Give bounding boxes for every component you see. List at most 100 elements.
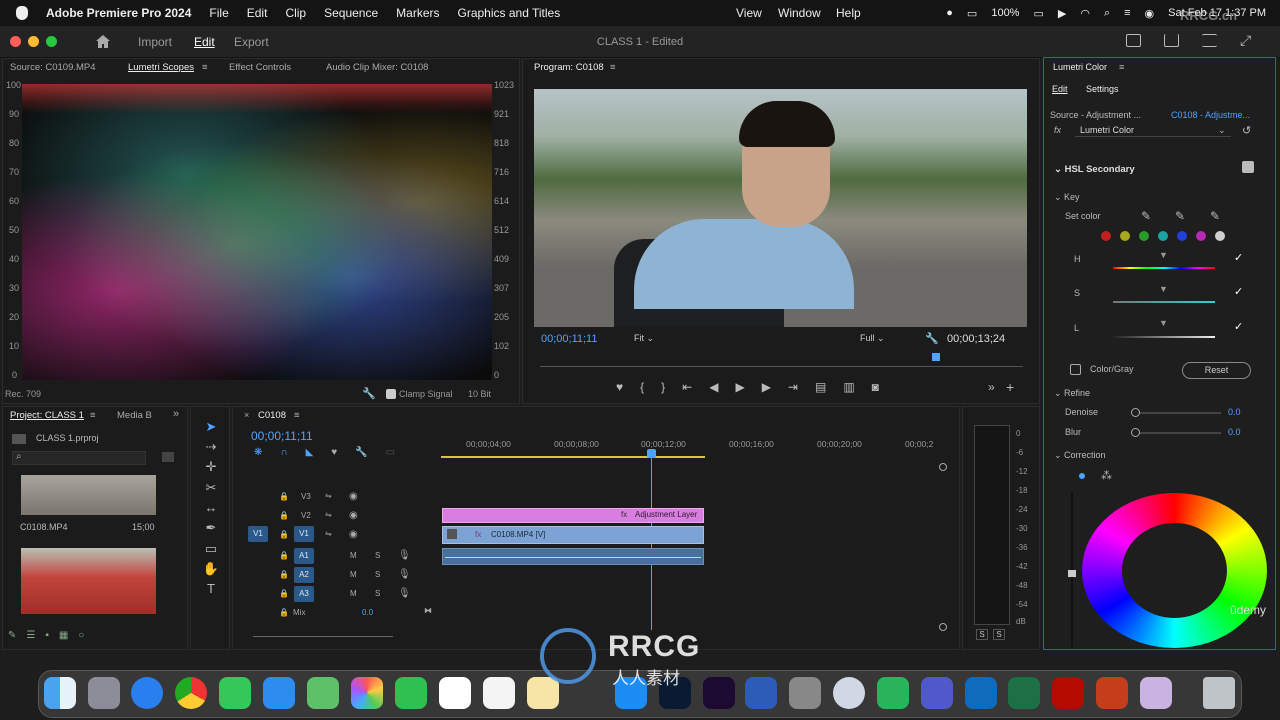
slip-tool-icon[interactable]: ↔ [202,501,220,515]
menu-clip[interactable]: Clip [285,6,306,20]
siri-icon[interactable]: ◉ [1145,7,1155,20]
menu-markers[interactable]: Markers [396,6,439,20]
go-to-out-icon[interactable]: ⇥ [788,380,815,394]
work-area-bar[interactable] [441,456,705,458]
timeline-timecode[interactable]: 00;00;11;11 [251,429,313,443]
program-video-frame[interactable] [534,89,1027,327]
rectangle-tool-icon[interactable]: ▭ [202,542,220,556]
snap-icon[interactable]: ∩ [280,447,305,458]
ripple-edit-tool-icon[interactable]: ✛ [202,460,220,474]
quicktime-icon[interactable] [833,677,865,709]
lightness-slider-handle[interactable] [1068,570,1076,577]
fullscreen-icon[interactable]: ⤢ [1240,32,1251,49]
messages-icon[interactable] [219,677,251,709]
bit-depth-select[interactable]: 10 Bit [468,389,491,399]
sequence-tab[interactable]: C0108 [258,410,286,421]
play-button-icon[interactable]: ▶ [735,380,761,394]
search-icon[interactable]: ⌕ [1104,7,1110,20]
source-patch-v1[interactable]: V1 [248,526,268,542]
solo-button[interactable]: S [375,589,380,598]
menu-view[interactable]: View [736,6,762,20]
vertical-scroll-handle[interactable] [939,463,947,471]
color-preset-blue[interactable] [1177,231,1187,241]
timeline-horizontal-scroll[interactable] [253,636,393,637]
lift-icon[interactable]: ▤ [815,380,843,394]
razor-tool-icon[interactable]: ✂ [202,481,220,495]
launchpad-icon[interactable] [88,677,120,709]
captions-icon[interactable]: ▭ [386,447,413,458]
eyedropper-remove-icon[interactable]: ✎ [1210,209,1220,223]
saturation-range-slider[interactable] [1113,301,1215,303]
solo-button[interactable]: S [375,551,380,560]
audio-clip-a1[interactable] [442,548,704,565]
preview-icon[interactable] [1140,677,1172,709]
blur-slider-handle[interactable] [1131,428,1140,437]
mute-button[interactable]: M [350,551,357,560]
program-playhead[interactable] [932,353,940,361]
track-target-a3[interactable]: A3 [294,586,314,602]
lock-icon[interactable]: 🔒 [279,570,289,579]
video-clip-c0108[interactable]: fx C0108.MP4 [V] [442,526,704,544]
color-preset-red[interactable] [1101,231,1111,241]
zoom-slider-icon[interactable]: ○ [78,630,94,641]
rgb-parade-waveform[interactable] [22,84,492,380]
add-marker-icon[interactable]: ♥ [331,447,355,458]
denoise-slider[interactable] [1135,412,1221,414]
lumetri-title[interactable]: Lumetri Color [1053,62,1107,72]
color-preset-magenta[interactable] [1196,231,1206,241]
reset-button[interactable]: Reset [1182,362,1251,379]
saturation-enabled-check[interactable]: ✓ [1234,285,1243,298]
target-clip-select[interactable]: C0108 - Adjustme... [1171,110,1250,120]
sync-lock-icon[interactable]: ⇋ [325,510,332,519]
playhead-timecode[interactable]: 00;00;11;11 [541,333,597,345]
denoise-slider-handle[interactable] [1131,408,1140,417]
lock-icon[interactable]: 🔒 [279,511,289,520]
close-sequence-icon[interactable]: × [244,410,249,420]
reminders-icon[interactable] [483,677,515,709]
track-select-tool-icon[interactable]: ⇢ [202,440,220,454]
project-menu-icon[interactable]: ≡ [90,410,96,421]
tab-lumetri-scopes[interactable]: Lumetri Scopes [128,62,194,73]
color-preset-white[interactable] [1215,231,1225,241]
play-icon[interactable]: ▶ [1058,7,1066,20]
program-scrub-bar[interactable] [540,366,1023,367]
quality-select[interactable]: Full ⌄ [856,331,912,346]
wheel-center[interactable] [1122,523,1227,618]
wifi-icon[interactable]: ◠ [1080,7,1090,20]
color-preset-yellow[interactable] [1120,231,1130,241]
photos-icon[interactable] [351,677,383,709]
control-center-icon[interactable]: ≡ [1124,7,1130,19]
key-section-toggle[interactable]: ⌄ Key [1054,192,1080,203]
tab-source[interactable]: Source: C0109.MP4 [10,62,96,73]
lock-icon[interactable]: 🔒 [279,492,289,501]
track-target-a2[interactable]: A2 [294,567,314,583]
safari-icon[interactable] [131,677,163,709]
more-tabs-icon[interactable]: » [173,408,179,420]
eye-icon[interactable]: ◉ [349,510,358,521]
source-select[interactable]: Source - Adjustment ... [1050,110,1141,120]
button-editor-icon[interactable]: + [1006,379,1014,395]
solo-left-button[interactable]: S [976,629,988,640]
export-frame-icon[interactable]: ◙ [872,380,896,394]
hand-tool-icon[interactable]: ✋ [202,562,220,576]
lock-icon[interactable]: 🔒 [279,608,289,617]
single-wheel-mode-icon[interactable] [1079,473,1085,479]
track-target-v1[interactable]: V1 [294,526,314,542]
menu-graphics[interactable]: Graphics and Titles [458,6,561,20]
menu-sequence[interactable]: Sequence [324,6,378,20]
pen-tool-icon[interactable]: ✒ [202,521,220,535]
three-wheel-mode-icon[interactable]: ⁂ [1101,469,1112,482]
teams-icon[interactable] [921,677,953,709]
program-monitor-title[interactable]: Program: C0108 [534,62,604,73]
sync-lock-icon[interactable]: ⇋ [325,491,332,500]
mute-button[interactable]: M [350,589,357,598]
menu-help[interactable]: Help [836,6,861,20]
powerpoint-icon[interactable] [1096,677,1128,709]
luma-range-slider[interactable] [1113,336,1215,338]
selection-tool-icon[interactable]: ➤ [202,420,220,434]
tab-media-browser[interactable]: Media B [117,410,152,421]
calendar-icon[interactable] [439,677,471,709]
go-to-in-icon[interactable]: ⇤ [682,380,709,394]
record-icon[interactable]: ● [946,7,953,19]
share-icon[interactable] [1164,34,1179,47]
